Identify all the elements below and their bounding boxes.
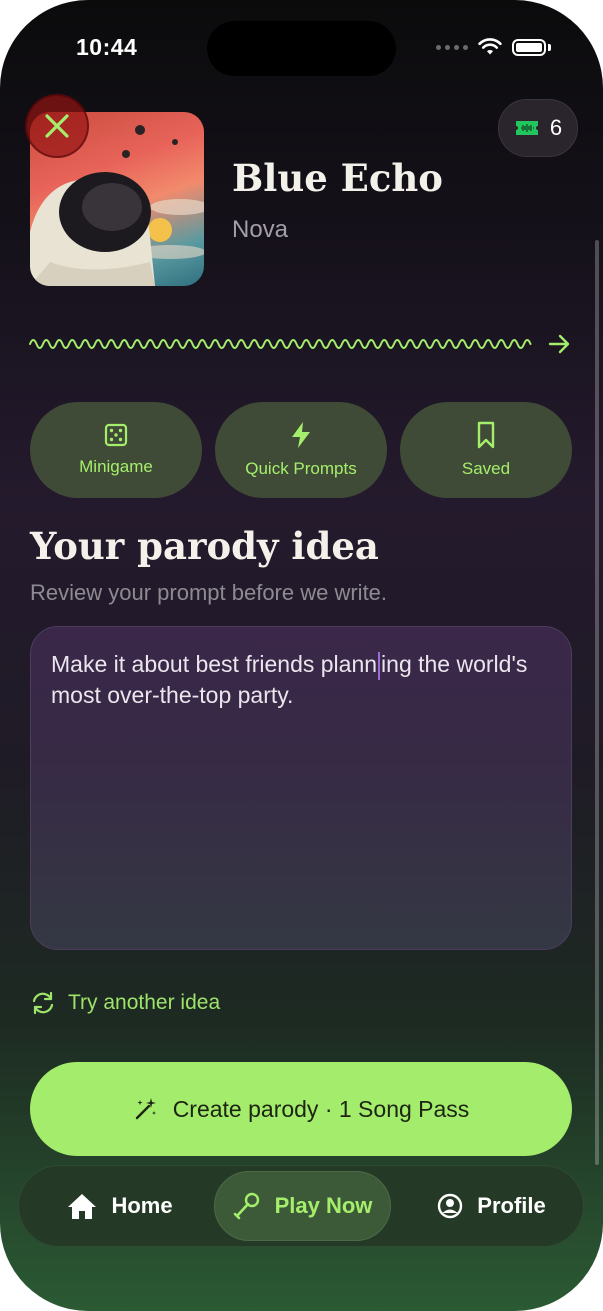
try-another-idea-button[interactable]: Try another idea bbox=[30, 990, 220, 1016]
close-icon bbox=[45, 114, 69, 138]
prompt-textarea[interactable]: Make it about best friends plann ing the … bbox=[30, 626, 572, 950]
saved-button[interactable]: Saved bbox=[400, 402, 572, 498]
create-parody-label: Create parody · 1 Song Pass bbox=[172, 1095, 470, 1122]
microphone-icon bbox=[233, 1192, 259, 1220]
tab-profile-label: Profile bbox=[477, 1193, 546, 1218]
arrow-right-icon bbox=[548, 334, 570, 354]
tab-play-now-label: Play Now bbox=[274, 1193, 373, 1218]
create-parody-button[interactable]: Create parody · 1 Song Pass bbox=[30, 1062, 572, 1156]
magic-wand-icon bbox=[135, 1098, 156, 1120]
saved-label: Saved bbox=[461, 459, 511, 478]
minigame-button[interactable]: Minigame bbox=[30, 402, 202, 498]
page-subheading: Review your prompt before we write. bbox=[30, 580, 388, 605]
wifi-icon bbox=[478, 38, 502, 55]
tab-play-now[interactable]: Play Now bbox=[214, 1171, 391, 1241]
phone-screen: 10:44 6 Blue Echo Nova Minigame Quick Pr… bbox=[0, 0, 603, 1311]
close-button[interactable] bbox=[25, 94, 89, 158]
refresh-icon bbox=[32, 991, 54, 1015]
ticket-icon bbox=[515, 121, 538, 135]
cellular-icon bbox=[436, 44, 468, 50]
prompt-text-before-caret: Make it about best friends plann bbox=[51, 651, 378, 677]
dynamic-island bbox=[207, 21, 396, 76]
bolt-icon bbox=[292, 422, 310, 448]
try-another-label: Try another idea bbox=[68, 991, 221, 1014]
home-icon bbox=[68, 1194, 97, 1219]
song-artist: Nova bbox=[232, 216, 289, 243]
status-icons bbox=[436, 38, 551, 56]
quick-prompts-button[interactable]: Quick Prompts bbox=[215, 402, 387, 498]
squiggle-divider bbox=[29, 334, 570, 354]
bottom-tab-bar: Home Play Now Profile bbox=[18, 1165, 584, 1247]
scrollbar[interactable] bbox=[595, 240, 599, 1165]
status-time: 10:44 bbox=[76, 34, 138, 60]
song-pass-counter[interactable]: 6 bbox=[498, 99, 578, 157]
dice-icon bbox=[104, 423, 128, 447]
page-heading: Your parody idea bbox=[30, 524, 379, 568]
quick-prompts-label: Quick Prompts bbox=[245, 459, 357, 478]
tab-home-label: Home bbox=[111, 1193, 173, 1218]
minigame-label: Minigame bbox=[79, 457, 153, 476]
tab-home[interactable]: Home bbox=[55, 1166, 185, 1246]
song-pass-count: 6 bbox=[549, 115, 563, 140]
tab-profile[interactable]: Profile bbox=[429, 1166, 554, 1246]
bookmark-icon bbox=[477, 421, 495, 449]
song-title: Blue Echo bbox=[232, 156, 443, 200]
text-caret bbox=[378, 651, 381, 680]
battery-icon bbox=[512, 38, 546, 56]
profile-icon bbox=[438, 1193, 463, 1219]
